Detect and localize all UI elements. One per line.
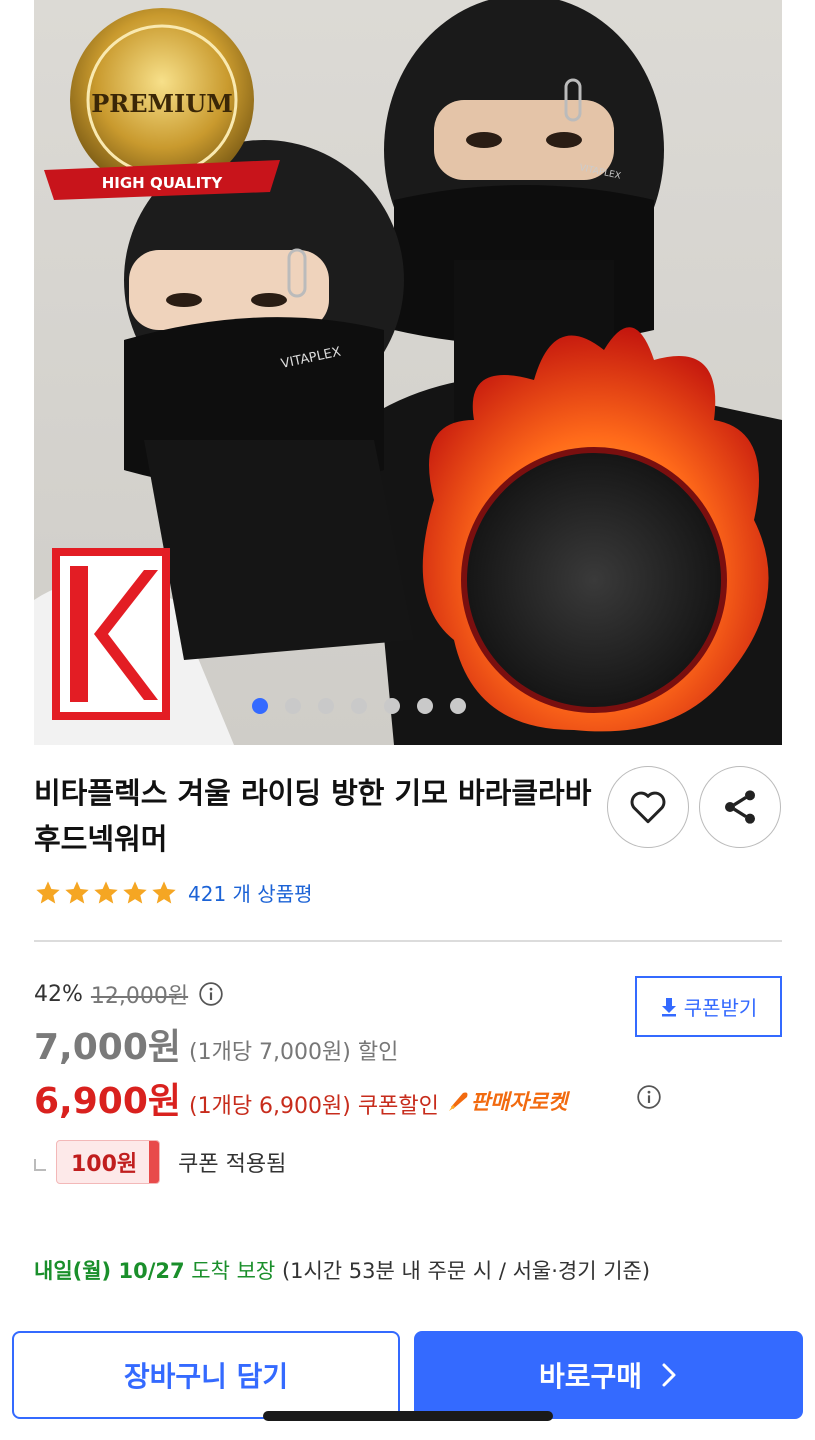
- delivery-date: 내일(월) 10/27: [34, 1259, 185, 1283]
- coupon-price-row: 6,900원 (1개당 6,900원) 쿠폰할인 판매자로켓: [34, 1072, 567, 1124]
- carousel-dot[interactable]: [351, 698, 367, 714]
- kc-certification-mark: [52, 548, 170, 720]
- buy-now-button[interactable]: 바로구매: [414, 1331, 803, 1419]
- delivery-note: (1시간 53분 내 주문 시 / 서울·경기 기준): [281, 1259, 651, 1283]
- carousel-dot[interactable]: [417, 698, 433, 714]
- svg-text:HIGH QUALITY: HIGH QUALITY: [102, 174, 224, 192]
- coupon-applied-row: 100원 쿠폰 적용됨: [34, 1140, 286, 1184]
- original-price: 12,000원: [90, 984, 189, 1009]
- carousel-dot[interactable]: [384, 698, 400, 714]
- divider: [34, 940, 782, 942]
- review-count-link[interactable]: 421 개 상품평: [188, 878, 313, 907]
- chevron-right-icon: [662, 1363, 676, 1387]
- star-icon: [123, 880, 147, 903]
- coupon-price: 6,900원: [34, 1081, 181, 1122]
- download-icon: [661, 997, 676, 1016]
- wishlist-button[interactable]: [607, 766, 689, 848]
- seller-rocket-label: 판매자로켓: [470, 1090, 568, 1114]
- carousel-indicator: [252, 698, 466, 714]
- carousel-dot[interactable]: [450, 698, 466, 714]
- sale-unit-text: (1개당 7,000원) 할인: [189, 1040, 399, 1065]
- indent-corner: [34, 1159, 46, 1171]
- share-icon: [725, 790, 755, 824]
- coupon-download-button[interactable]: 쿠폰받기: [635, 976, 782, 1037]
- star-icon: [94, 880, 118, 903]
- product-image-carousel[interactable]: VITAPLEX VITAPLEX PREMIUM HIGH QUALITY: [34, 0, 782, 745]
- svg-text:PREMIUM: PREMIUM: [91, 89, 233, 118]
- add-to-cart-button[interactable]: 장바구니 담기: [12, 1331, 400, 1419]
- carousel-dot[interactable]: [318, 698, 334, 714]
- discount-rate: 42%: [34, 981, 83, 1007]
- info-icon[interactable]: [198, 981, 224, 1007]
- carousel-dot[interactable]: [252, 698, 268, 714]
- product-photo: VITAPLEX VITAPLEX PREMIUM HIGH QUALITY: [34, 0, 782, 745]
- sale-price-row: 7,000원 (1개당 7,000원) 할인: [34, 1018, 398, 1070]
- share-button[interactable]: [699, 766, 781, 848]
- star-icon: [65, 880, 89, 903]
- delivery-guarantee: 도착 보장: [191, 1259, 276, 1283]
- carousel-dot[interactable]: [285, 698, 301, 714]
- sale-price: 7,000원: [34, 1027, 181, 1068]
- coupon-unit-text: (1개당 6,900원) 쿠폰할인: [189, 1094, 439, 1119]
- product-title: 비타플렉스 겨울 라이딩 방한 기모 바라클라바 후드넥워머: [34, 776, 592, 856]
- star-icon: [152, 880, 176, 903]
- rocket-icon: [448, 1092, 468, 1111]
- heart-icon: [630, 791, 666, 824]
- home-indicator: [263, 1411, 553, 1421]
- coupon-amount-chip: 100원: [56, 1140, 161, 1184]
- delivery-info: 내일(월) 10/27 도착 보장 (1시간 53분 내 주문 시 / 서울·경…: [34, 1255, 650, 1285]
- seller-rocket-badge: 판매자로켓: [445, 1086, 568, 1116]
- buy-now-label: 바로구매: [538, 1360, 643, 1393]
- coupon-applied-text: 쿠폰 적용됨: [178, 1152, 287, 1177]
- rating-stars: [34, 879, 178, 907]
- coupon-download-label: 쿠폰받기: [683, 996, 758, 1020]
- premium-badge: PREMIUM HIGH QUALITY: [44, 8, 280, 200]
- star-icon: [36, 880, 60, 903]
- info-icon[interactable]: [636, 1084, 662, 1114]
- rating-summary[interactable]: 421 개 상품평: [34, 878, 313, 907]
- discount-row: 42% 12,000원: [34, 978, 224, 1010]
